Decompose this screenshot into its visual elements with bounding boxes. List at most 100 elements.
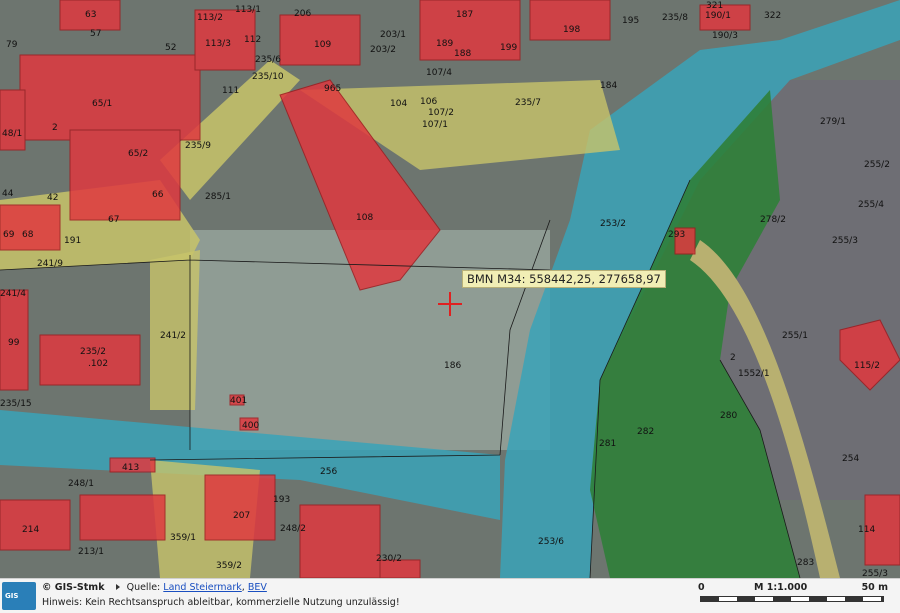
parcel-label: 283 [797,558,814,568]
footer-source-line: © GIS-Stmk Quelle: Land Steiermark, BEV [42,582,267,593]
parcel-label: 113/3 [205,39,231,49]
parcel-label: 67 [108,215,119,225]
parcel-label: 255/4 [858,200,884,210]
arrow-right-icon [115,584,120,590]
parcel-label: 254 [842,454,859,464]
parcel-label: 235/2 [80,347,106,357]
building [0,89,26,151]
parcel-label: 401 [230,396,247,406]
map-footer: GIS © GIS-Stmk Quelle: Land Steiermark, … [0,578,900,613]
parcel-label: 112 [244,35,261,45]
parcel-label: 285/1 [205,192,231,202]
gis-logo-icon: GIS [2,582,36,610]
parcel-label: 1552/1 [738,369,770,379]
parcel-label: 279/1 [820,117,846,127]
parcel-label: 65/1 [92,99,112,109]
parcel-label: 186 [444,361,461,371]
parcel-label: 104 [390,99,407,109]
parcel-label: 195 [622,16,639,26]
parcel-label: 115/2 [854,361,880,371]
parcel-label: 52 [165,43,176,53]
source-link-land-steiermark[interactable]: Land Steiermark [163,582,242,593]
parcel-label: 248/1 [68,479,94,489]
parcel-label: 99 [8,338,20,348]
parcel-label: 235/10 [252,72,284,82]
parcel-label: 187 [456,10,473,20]
parcel-label: 190/1 [705,11,731,21]
parcel-label: 235/8 [662,13,688,23]
parcel-label: 255/3 [862,569,888,578]
parcel-label: 203/2 [370,45,396,55]
parcel-label: 63 [85,10,96,20]
parcel-label: 193 [273,495,290,505]
parcel-label: 248/2 [280,524,306,534]
parcel-label: 69 [3,230,15,240]
cadastral-map[interactable]: 63 79 57 52 113/2 113/3 112 113/1 206 10… [0,0,900,578]
parcel-label: 48/1 [2,129,22,139]
scale-end-label: 50 m [861,582,888,593]
building [79,494,166,541]
map-canvas[interactable]: 63 79 57 52 113/2 113/3 112 113/1 206 10… [0,0,900,578]
parcel-label: 280 [720,411,737,421]
building [69,129,181,221]
parcel-label: 235/9 [185,141,211,151]
parcel-label: 42 [47,193,58,203]
scale-ratio-label: M 1:1.000 [754,582,808,593]
scale-bar: 0 M 1:1.000 50 m [698,582,888,610]
building [19,54,201,141]
parcel-label: 109 [314,40,331,50]
logo-text: GIS [5,592,19,600]
parcel-label: .102 [88,359,108,369]
parcel-label: 253/6 [538,537,564,547]
source-link-bev[interactable]: BEV [248,582,267,593]
coordinate-label: BMN M34: 558442,25, 277658,97 [462,270,666,288]
parcel-label: 191 [64,236,81,246]
parcel-label: 241/2 [160,331,186,341]
parcel-label: 106 [420,97,437,107]
parcel-label: 66 [152,190,164,200]
parcel-label: 256 [320,467,337,477]
legal-notice: Hinweis: Kein Rechtsanspruch ableitbar, … [42,597,400,608]
parcel-label: 413 [122,463,139,473]
road-south [150,250,200,410]
parcel-label: 278/2 [760,215,786,225]
parcel-label: 241/4 [0,289,26,299]
parcel-label: 57 [90,29,101,39]
source-label: Quelle: [126,582,161,593]
parcel-label: 107/2 [428,108,454,118]
parcel-label: 214 [22,525,39,535]
parcel-label: 282 [637,427,654,437]
parcel-label: 293 [668,230,685,240]
building [0,204,61,251]
parcel-label: 253/2 [600,219,626,229]
crosshair-marker-icon[interactable] [438,292,462,316]
parcel-label: 281 [599,439,616,449]
building [299,504,381,578]
parcel-label: 2 [52,123,58,133]
parcel-label: 107/1 [422,120,448,130]
parcel-label: 107/4 [426,68,452,78]
parcel-label: 65/2 [128,149,148,159]
parcel-label: 44 [2,189,14,199]
parcel-label: 235/15 [0,399,32,409]
parcel-label: 190/3 [712,31,738,41]
parcel-label: 400 [242,421,259,431]
parcel-label: 113/2 [197,13,223,23]
parcel-label: 108 [356,213,373,223]
parcel-label: 68 [22,230,34,240]
parcel-label: 235/6 [255,55,281,65]
parcel-label: 359/1 [170,533,196,543]
parcel-label: 207 [233,511,250,521]
parcel-label: 965 [324,84,341,94]
scale-zero-label: 0 [698,582,705,593]
parcel-label: 359/2 [216,561,242,571]
scale-bar-graphic [700,596,884,602]
parcel-label: 241/9 [37,259,63,269]
parcel-label: 203/1 [380,30,406,40]
parcel-label: 79 [6,40,18,50]
parcel-label: 188 [454,49,471,59]
parcel-label: 199 [500,43,517,53]
parcel-label: 255/2 [864,160,890,170]
parcel-label: 111 [222,86,239,96]
parcel-label: 184 [600,81,617,91]
